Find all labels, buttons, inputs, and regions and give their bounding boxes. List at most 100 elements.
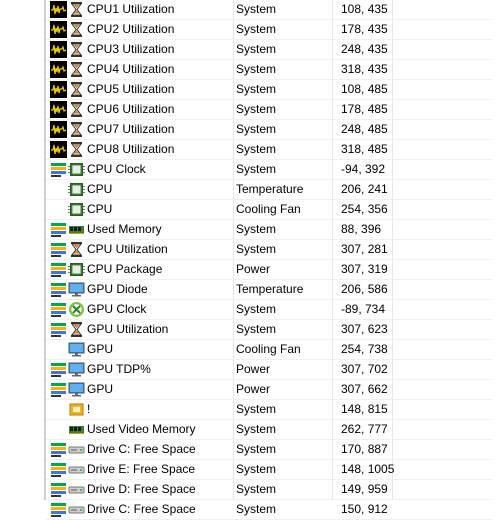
sensor-source: Power [236, 362, 271, 376]
table-row[interactable]: CPU1 Utilization System 108, 435 [46, 0, 492, 20]
table-row[interactable]: CPU7 Utilization System 248, 485 [46, 120, 492, 140]
table-row[interactable]: CPU5 Utilization System 108, 485 [46, 80, 492, 100]
sensor-source: System [236, 502, 277, 516]
bars-icon [50, 241, 67, 258]
sensor-source: System [236, 402, 277, 416]
sensor-source: System [236, 322, 277, 336]
table-row[interactable]: GPU Cooling Fan 254, 738 [46, 340, 492, 360]
sensor-source: Temperature [236, 282, 304, 296]
sensor-position: 254, 738 [341, 342, 388, 356]
sensor-source: Cooling Fan [236, 202, 301, 216]
table-row[interactable]: CPU Package Power 307, 319 [46, 260, 492, 280]
table-row[interactable]: CPU Utilization System 307, 281 [46, 240, 492, 260]
sensor-position: 307, 281 [341, 242, 388, 256]
graph-icon [50, 61, 67, 78]
sensor-source: Cooling Fan [236, 342, 301, 356]
sensor-position: 148, 815 [341, 402, 388, 416]
table-row[interactable]: GPU Power 307, 662 [46, 380, 492, 400]
sensor-source: System [236, 22, 277, 36]
row-icons [48, 100, 86, 119]
row-icons [48, 340, 86, 359]
bars-icon [50, 461, 67, 478]
hourglass-icon [68, 121, 85, 138]
table-row[interactable]: GPU Utilization System 307, 623 [46, 320, 492, 340]
sensor-position: 307, 623 [341, 322, 388, 336]
cpu-chip-icon [68, 181, 85, 198]
sensor-position: -94, 392 [341, 162, 386, 176]
table-row[interactable]: CPU4 Utilization System 318, 435 [46, 60, 492, 80]
table-row[interactable]: Drive C: Free Space System 170, 887 [46, 440, 492, 460]
row-icons [48, 20, 86, 39]
row-icons [48, 80, 86, 99]
row-icons [48, 280, 86, 299]
bars-icon [50, 381, 67, 398]
hourglass-icon [68, 241, 85, 258]
hourglass-icon [68, 81, 85, 98]
table-row[interactable]: Drive E: Free Space System 148, 1005 [46, 460, 492, 480]
table-row[interactable]: CPU6 Utilization System 178, 485 [46, 100, 492, 120]
xbox-icon [68, 301, 85, 318]
monitor-icon [68, 361, 85, 378]
sensor-position: 88, 396 [341, 222, 382, 236]
table-row[interactable]: CPU Clock System -94, 392 [46, 160, 492, 180]
table-row[interactable]: Drive C: Free Space System 150, 912 [46, 500, 492, 520]
drive-icon [68, 481, 85, 498]
drive-icon [68, 461, 85, 478]
sensor-position: 262, 777 [341, 422, 388, 436]
drive-icon [68, 501, 85, 518]
table-row[interactable]: CPU Temperature 206, 241 [46, 180, 492, 200]
monitor-icon [68, 381, 85, 398]
row-icons [48, 220, 86, 239]
row-icons [48, 380, 86, 399]
sensor-source: System [236, 2, 277, 16]
row-icons [48, 400, 86, 419]
table-row[interactable]: Used Video Memory System 262, 777 [46, 420, 492, 440]
sensor-position: 206, 586 [341, 282, 388, 296]
hourglass-icon [68, 321, 85, 338]
bars-icon [50, 441, 67, 458]
bars-icon [50, 161, 67, 178]
hourglass-icon [68, 21, 85, 38]
row-icons [48, 40, 86, 59]
table-row[interactable]: GPU Diode Temperature 206, 586 [46, 280, 492, 300]
sensor-position: 178, 435 [341, 22, 388, 36]
table-row[interactable]: GPU Clock System -89, 734 [46, 300, 492, 320]
row-icons [48, 160, 86, 179]
table-row[interactable]: CPU3 Utilization System 248, 435 [46, 40, 492, 60]
sensor-source: System [236, 222, 277, 236]
graph-icon [50, 101, 67, 118]
row-icons [48, 120, 86, 139]
memory-icon [68, 221, 85, 238]
graph-icon [50, 81, 67, 98]
table-row[interactable]: ! System 148, 815 [46, 400, 492, 420]
table-row[interactable]: CPU8 Utilization System 318, 485 [46, 140, 492, 160]
monitor-icon [68, 281, 85, 298]
sensor-position: 149, 959 [341, 482, 388, 496]
table-row[interactable]: Used Memory System 88, 396 [46, 220, 492, 240]
sensor-source: System [236, 42, 277, 56]
memory-icon [68, 421, 85, 438]
sensor-position: 307, 702 [341, 362, 388, 376]
sensor-position: -89, 734 [341, 302, 386, 316]
hourglass-icon [68, 41, 85, 58]
row-icons [48, 300, 86, 319]
hourglass-icon [68, 1, 85, 18]
bars-icon [50, 301, 67, 318]
row-icons [48, 420, 86, 439]
row-icons [48, 180, 86, 199]
table-row[interactable]: GPU TDP% Power 307, 702 [46, 360, 492, 380]
table-row[interactable]: CPU2 Utilization System 178, 435 [46, 20, 492, 40]
table-row[interactable]: Drive D: Free Space System 149, 959 [46, 480, 492, 500]
hourglass-icon [68, 61, 85, 78]
bars-icon [50, 501, 67, 518]
row-icons [48, 260, 86, 279]
sensor-position: 318, 485 [341, 142, 388, 156]
sensor-source: System [236, 482, 277, 496]
hourglass-icon [68, 141, 85, 158]
sensor-position: 248, 435 [341, 42, 388, 56]
bars-icon [50, 361, 67, 378]
sensor-table: CPU1 Utilization System 108, 435 CPU2 Util… [46, 0, 492, 520]
table-row[interactable]: CPU Cooling Fan 254, 356 [46, 200, 492, 220]
row-icons [48, 0, 86, 19]
sensor-position: 108, 485 [341, 82, 388, 96]
